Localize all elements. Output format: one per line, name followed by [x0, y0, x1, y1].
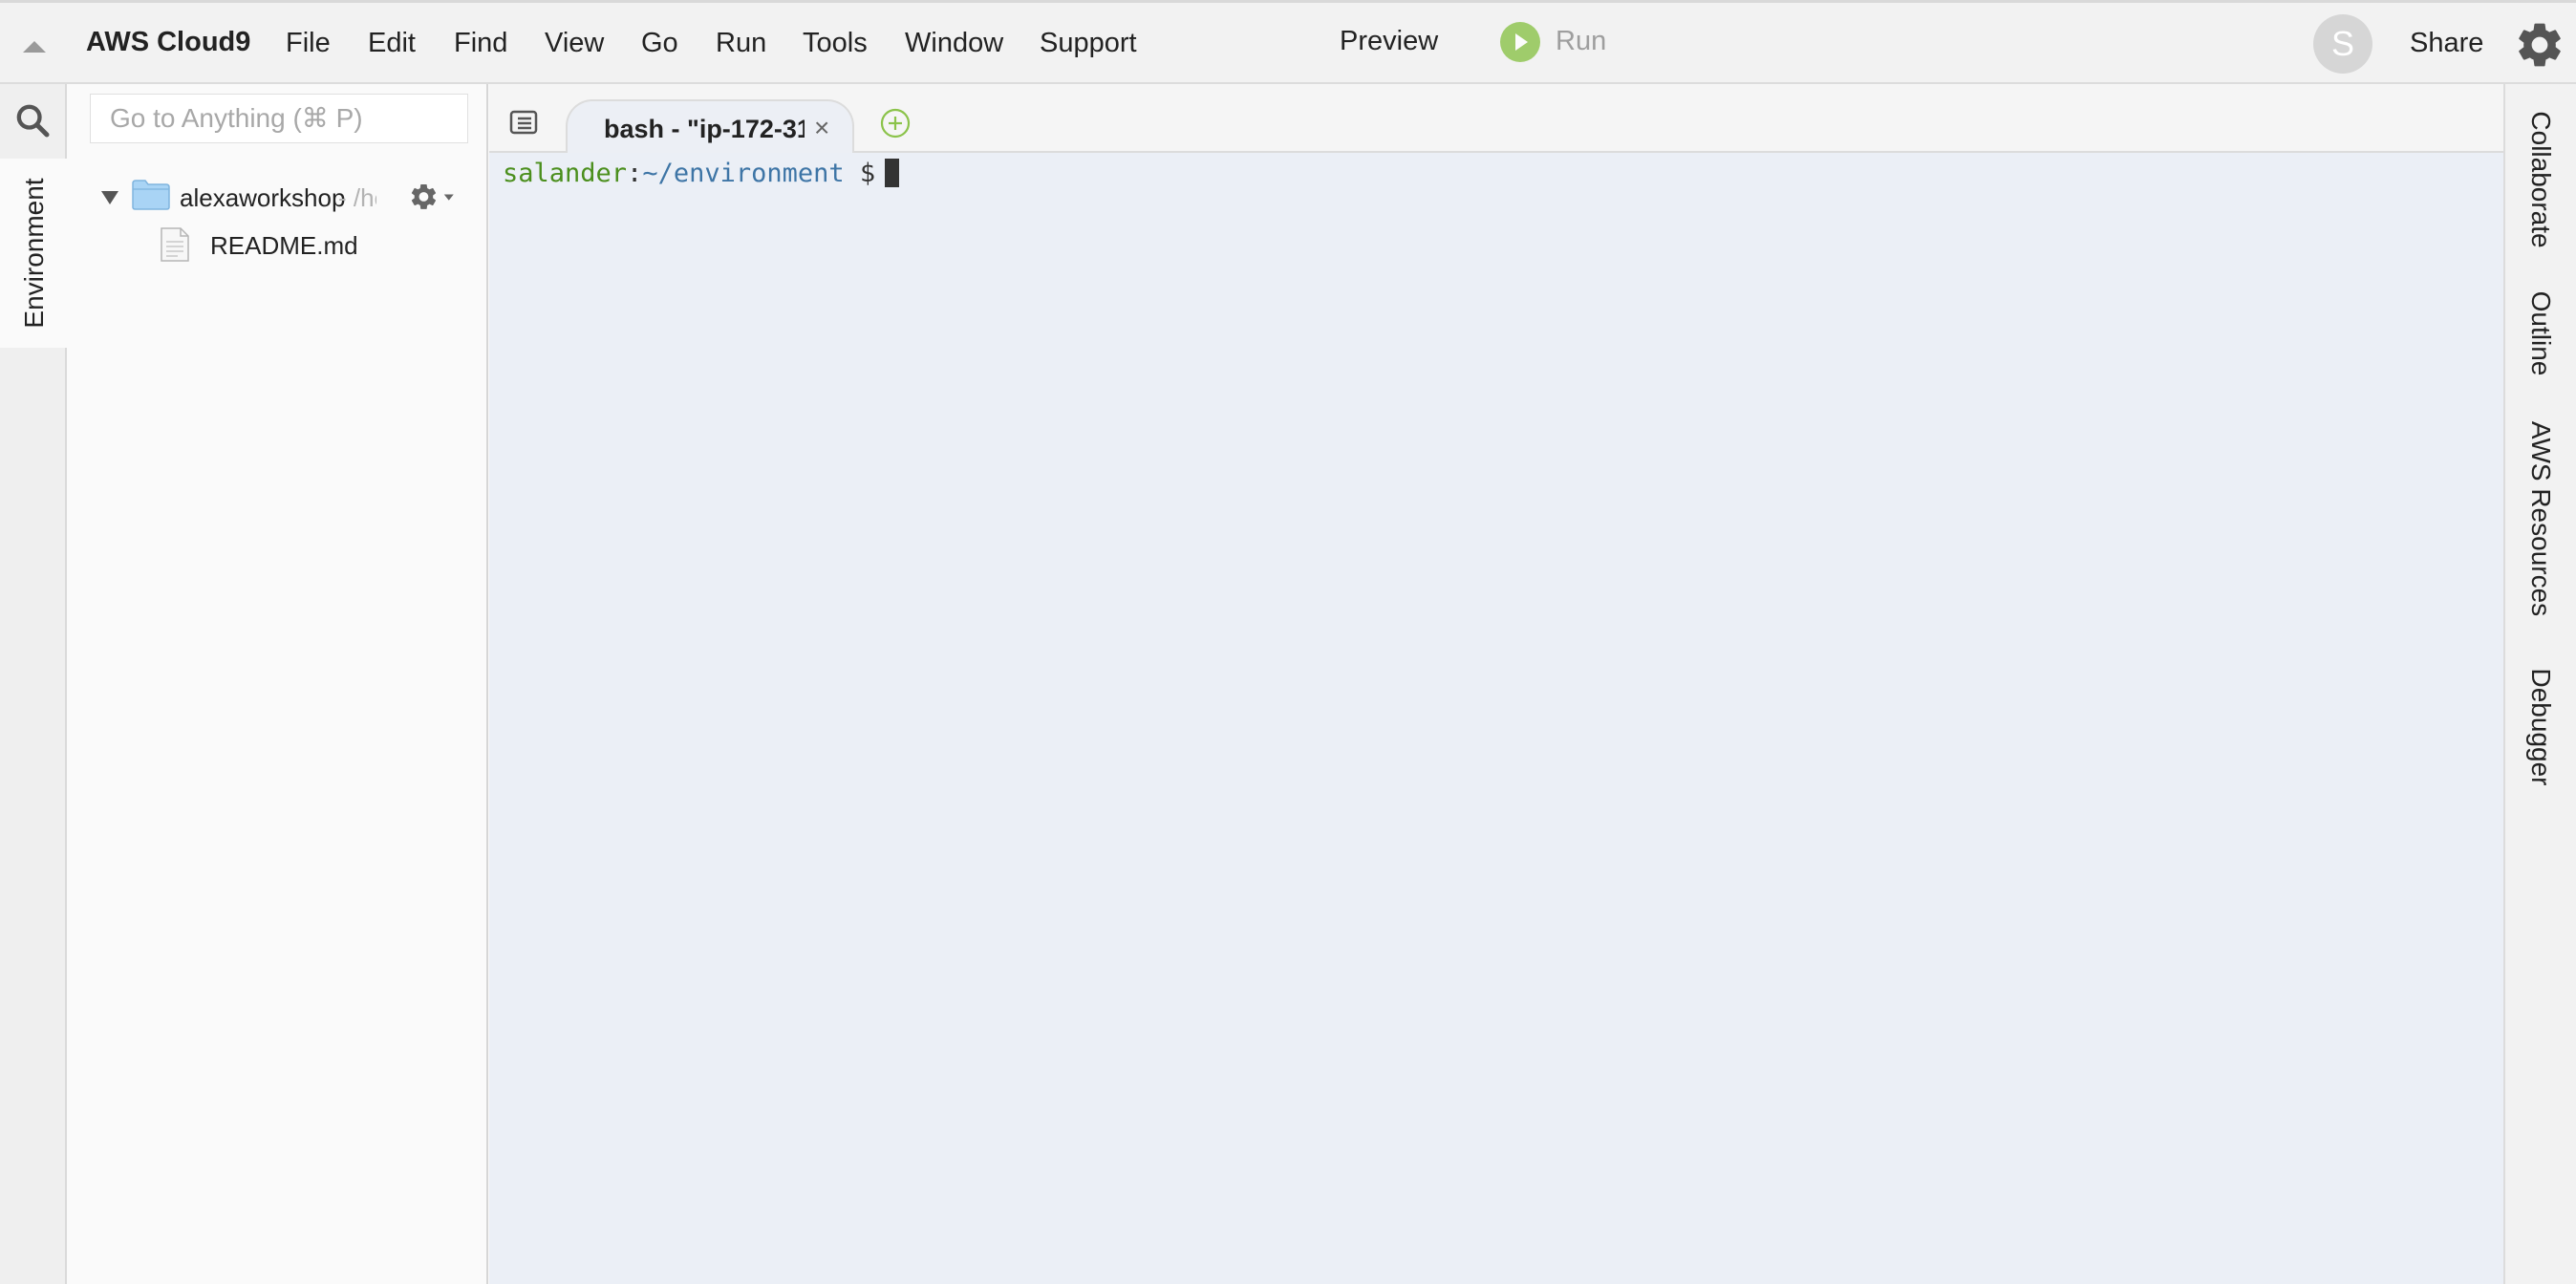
terminal-pane[interactable]: salander:~/environment $: [489, 153, 2503, 1284]
tab-collaborate[interactable]: Collaborate: [2505, 96, 2576, 264]
tab-collaborate-label: Collaborate: [2526, 111, 2556, 248]
share-button[interactable]: Share: [2410, 28, 2483, 59]
tab-aws-resources-label: AWS Resources: [2526, 420, 2556, 617]
file-icon: [161, 227, 189, 262]
menu-file[interactable]: File: [286, 28, 331, 59]
prompt-path: ~/environment: [642, 159, 845, 188]
run-button-label: Run: [1556, 26, 1607, 56]
tab-terminal-label: bash - "ip-172-31: [604, 115, 805, 143]
menu-bar: AWS Cloud9 File Edit Find View Go Run To…: [0, 0, 2576, 84]
menu-run[interactable]: Run: [716, 28, 766, 59]
play-icon: [1500, 22, 1540, 62]
menu-find[interactable]: Find: [454, 28, 507, 59]
tree-settings-gear-icon[interactable]: [407, 180, 455, 214]
caret-down-icon[interactable]: [101, 191, 118, 204]
menu-go[interactable]: Go: [641, 28, 678, 59]
tree-file-name: README.md: [210, 231, 358, 260]
tab-list-icon[interactable]: [508, 109, 539, 136]
prompt-user: salander: [503, 159, 628, 188]
folder-icon: [132, 180, 170, 210]
terminal-prompt-line: salander:~/environment $: [503, 159, 900, 188]
close-icon[interactable]: ×: [814, 113, 829, 143]
menu-tools[interactable]: Tools: [803, 28, 868, 59]
menu-edit[interactable]: Edit: [368, 28, 416, 59]
tab-debugger-label: Debugger: [2526, 668, 2556, 786]
file-tree-panel: [67, 84, 488, 1284]
go-to-anything-input[interactable]: [90, 94, 468, 143]
menu-view[interactable]: View: [545, 28, 604, 59]
avatar[interactable]: S: [2313, 14, 2372, 74]
gear-icon[interactable]: [2513, 18, 2566, 72]
menu-window[interactable]: Window: [905, 28, 1003, 59]
terminal-cursor: [885, 159, 900, 187]
app-brand-menu[interactable]: AWS Cloud9: [86, 27, 250, 58]
tab-debugger[interactable]: Debugger: [2505, 657, 2576, 797]
search-icon[interactable]: [13, 101, 52, 139]
tab-outline[interactable]: Outline: [2505, 281, 2576, 386]
tree-folder-path: - /hc: [338, 183, 376, 212]
tab-terminal-bash[interactable]: bash - "ip-172-31 ×: [566, 99, 854, 155]
preview-button[interactable]: Preview: [1340, 26, 1438, 57]
tab-environment-label: Environment: [19, 178, 49, 329]
prompt-symbol: $: [859, 159, 876, 188]
tab-aws-resources[interactable]: AWS Resources: [2505, 413, 2576, 625]
tab-outline-label: Outline: [2526, 290, 2556, 376]
tree-folder-name: alexaworkshop: [180, 183, 346, 212]
plus-circle-icon[interactable]: [879, 107, 912, 139]
prompt-separator: :: [627, 159, 643, 188]
tab-environment[interactable]: Environment: [0, 159, 69, 348]
tree-file-readme[interactable]: README.md: [161, 225, 447, 264]
menu-support[interactable]: Support: [1040, 28, 1137, 59]
chevron-up-icon[interactable]: [21, 35, 48, 54]
